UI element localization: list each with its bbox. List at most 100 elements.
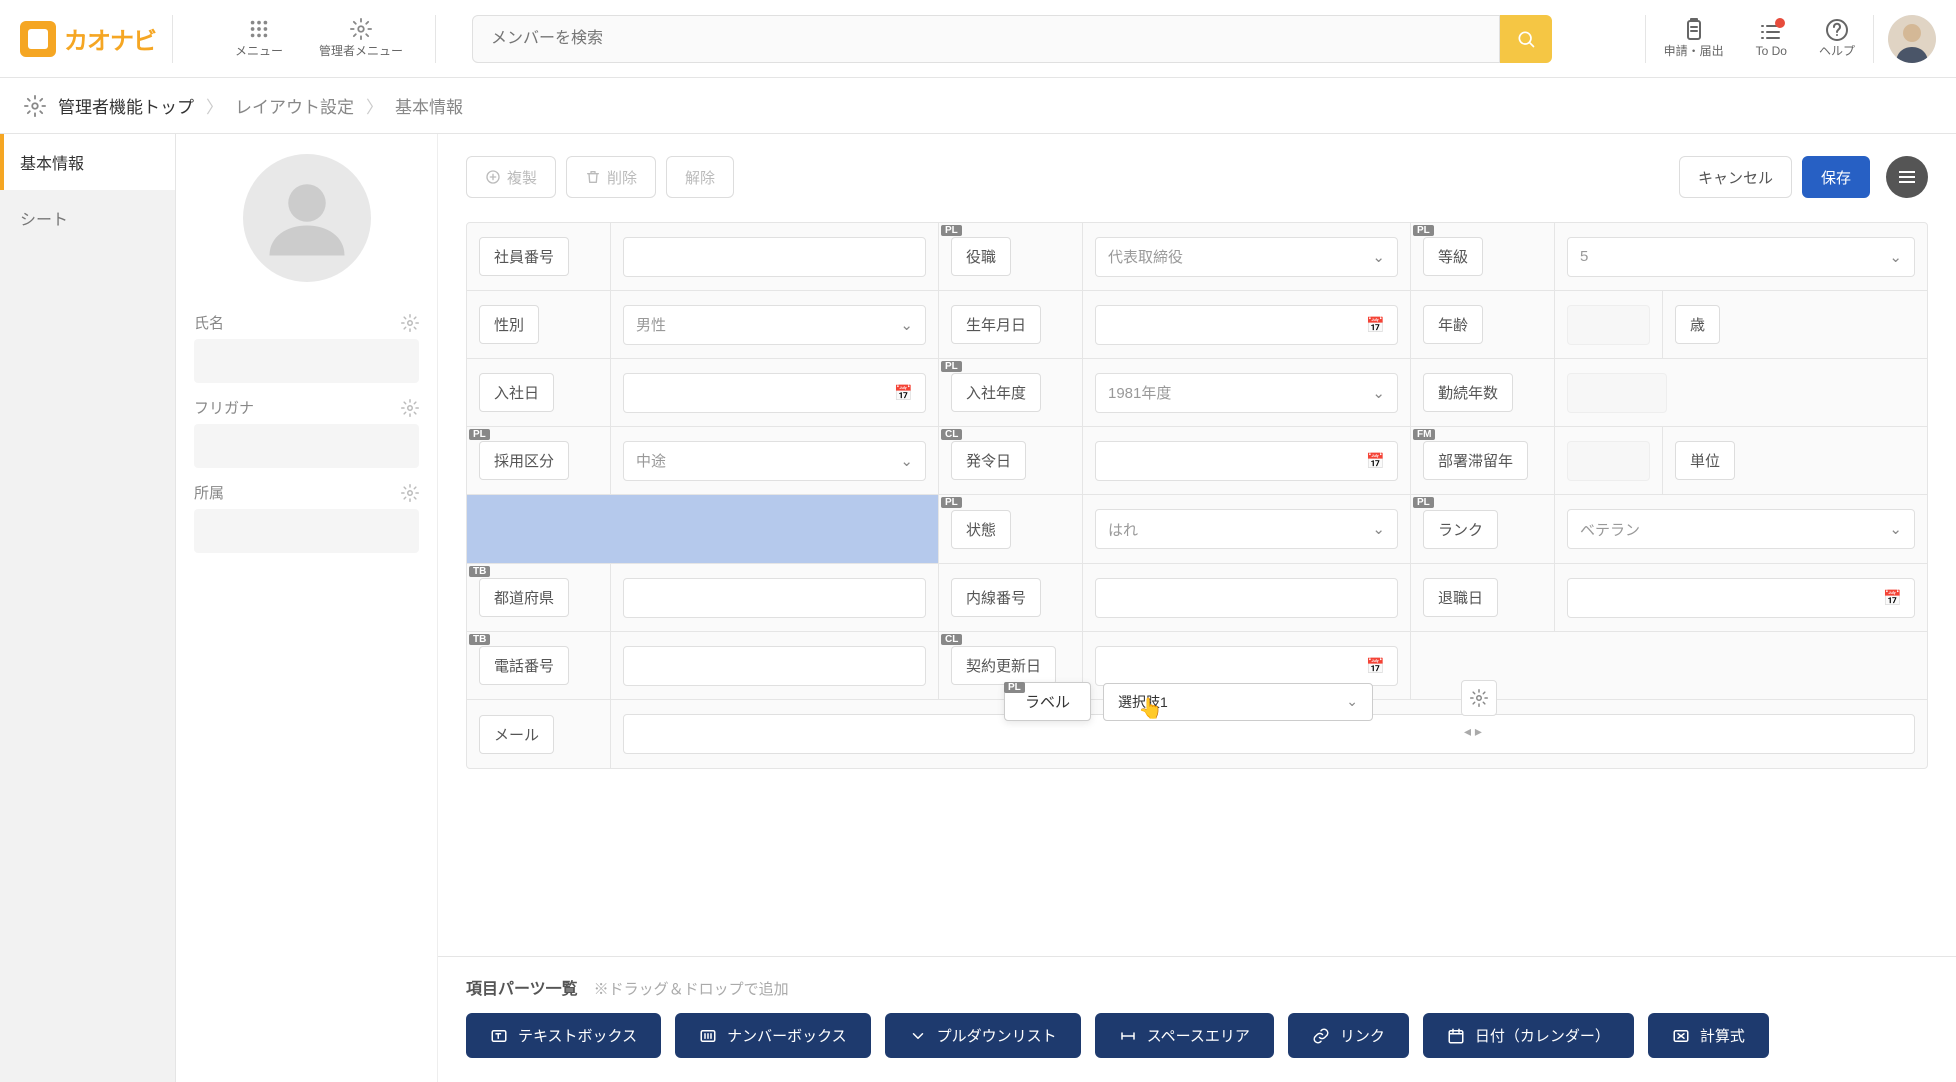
hamburger-menu[interactable] <box>1886 156 1928 198</box>
grid-row-dropzone[interactable]: PL状態 はれ⌄ PLランク ベテラン⌄ <box>467 495 1927 564</box>
cell-hireyear-input[interactable]: 1981年度⌄ <box>1083 359 1411 426</box>
label-text: 入社年度 <box>951 373 1041 412</box>
cell-birthday-input[interactable]: 📅 <box>1083 291 1411 358</box>
request-button[interactable]: 申請・届出 <box>1650 12 1738 65</box>
gear-icon <box>1470 689 1488 707</box>
name-input[interactable] <box>194 339 419 383</box>
left-nav: 基本情報 シート <box>0 134 176 1082</box>
text-icon <box>490 1027 508 1045</box>
drop-zone[interactable] <box>467 495 939 563</box>
cell-age-label[interactable]: 年齢 <box>1411 291 1555 358</box>
part-date[interactable]: 日付（カレンダー） <box>1423 1013 1634 1058</box>
menu-button[interactable]: メニュー <box>219 12 299 65</box>
cell-phone-label[interactable]: TB電話番号 <box>467 632 611 699</box>
cell-deptstay-unit[interactable]: 単位 <box>1663 427 1927 494</box>
cell-birthday-label[interactable]: 生年月日 <box>939 291 1083 358</box>
cell-orderdate-input[interactable]: 📅 <box>1083 427 1411 494</box>
release-button[interactable]: 解除 <box>666 156 734 198</box>
cancel-button[interactable]: キャンセル <box>1679 156 1792 198</box>
cell-years-label[interactable]: 勤続年数 <box>1411 359 1555 426</box>
label-text: 部署滞留年 <box>1423 441 1528 480</box>
label-text: 役職 <box>951 237 1011 276</box>
divider <box>1645 15 1646 63</box>
cell-age-unit[interactable]: 歳 <box>1663 291 1927 358</box>
cell-inlineno-input[interactable] <box>1083 564 1411 631</box>
belonging-input[interactable] <box>194 509 419 553</box>
cell-hiretype-input[interactable]: 中途⌄ <box>611 427 939 494</box>
part-space[interactable]: スペースエリア <box>1095 1013 1274 1058</box>
main-content: 複製 削除 解除 キャンセル 保存 <box>438 134 1956 956</box>
field-settings-button[interactable] <box>1461 680 1497 716</box>
user-avatar[interactable] <box>1888 15 1936 63</box>
cell-age-input[interactable] <box>1555 291 1663 358</box>
cell-deptstay-label[interactable]: FM部署滞留年 <box>1411 427 1555 494</box>
cell-phone-input[interactable] <box>611 632 939 699</box>
nav-sheet[interactable]: シート <box>0 190 175 246</box>
cell-mail-label[interactable]: メール <box>467 700 611 768</box>
cell-retiredate-input[interactable]: 📅 <box>1555 564 1927 631</box>
part-formula[interactable]: 計算式 <box>1648 1013 1769 1058</box>
help-button[interactable]: ヘルプ <box>1805 12 1869 65</box>
belonging-label: 所属 <box>194 482 224 503</box>
cell-status-input[interactable]: はれ⌄ <box>1083 495 1411 563</box>
search-button[interactable] <box>1500 15 1552 63</box>
cell-orderdate-label[interactable]: CL発令日 <box>939 427 1083 494</box>
breadcrumb-layout[interactable]: レイアウト設定 <box>235 93 354 118</box>
gear-icon[interactable] <box>401 484 419 502</box>
cell-gender-label[interactable]: 性別 <box>467 291 611 358</box>
cell-prefecture-input[interactable] <box>611 564 939 631</box>
part-pulldown[interactable]: プルダウンリスト <box>885 1013 1081 1058</box>
cell-inlineno-label[interactable]: 内線番号 <box>939 564 1083 631</box>
cell-retiredate-label[interactable]: 退職日 <box>1411 564 1555 631</box>
name-label: 氏名 <box>194 312 224 333</box>
cell-employee-no-label[interactable]: 社員番号 <box>467 223 611 290</box>
header-right: 申請・届出 To Do ヘルプ <box>1645 12 1936 65</box>
cell-position-label[interactable]: PL役職 <box>939 223 1083 290</box>
duplicate-button[interactable]: 複製 <box>466 156 556 198</box>
cell-years-input[interactable] <box>1555 359 1927 426</box>
label-text: 採用区分 <box>479 441 569 480</box>
cell-rank-input[interactable]: ベテラン⌄ <box>1555 495 1927 563</box>
cell-status-label[interactable]: PL状態 <box>939 495 1083 563</box>
save-button[interactable]: 保存 <box>1802 156 1870 198</box>
search-input[interactable] <box>472 15 1500 63</box>
cell-grade-label[interactable]: PL等級 <box>1411 223 1555 290</box>
cell-position-input[interactable]: 代表取締役⌄ <box>1083 223 1411 290</box>
cell-deptstay-input[interactable] <box>1555 427 1663 494</box>
nav-basic-info[interactable]: 基本情報 <box>0 134 175 190</box>
delete-button[interactable]: 削除 <box>566 156 656 198</box>
label-text: 単位 <box>1675 441 1735 480</box>
todo-button[interactable]: To Do <box>1742 14 1801 64</box>
cell-prefecture-label[interactable]: TB都道府県 <box>467 564 611 631</box>
part-numberbox[interactable]: ナンバーボックス <box>675 1013 871 1058</box>
resize-handle[interactable]: ◂ ▸ <box>1461 722 1485 740</box>
cell-hireyear-label[interactable]: PL入社年度 <box>939 359 1083 426</box>
cell-employee-no-input[interactable] <box>611 223 939 290</box>
furigana-input[interactable] <box>194 424 419 468</box>
badge-cl: CL <box>941 634 962 645</box>
formula-icon <box>1672 1027 1690 1045</box>
admin-menu-button[interactable]: 管理者メニュー <box>303 12 419 65</box>
cell-rank-label[interactable]: PLランク <box>1411 495 1555 563</box>
space-icon <box>1119 1027 1137 1045</box>
part-link[interactable]: リンク <box>1288 1013 1409 1058</box>
cell-grade-input[interactable]: 5⌄ <box>1555 223 1927 290</box>
gear-icon[interactable] <box>401 399 419 417</box>
avatar-placeholder[interactable] <box>243 154 371 282</box>
breadcrumb-top[interactable]: 管理者機能トップ <box>58 93 194 118</box>
grid-icon <box>248 18 270 40</box>
gear-icon[interactable] <box>401 314 419 332</box>
label-text: 契約更新日 <box>951 646 1056 685</box>
cell-hiretype-label[interactable]: PL採用区分 <box>467 427 611 494</box>
cell-gender-input[interactable]: 男性⌄ <box>611 291 939 358</box>
cell-hiredate-input[interactable]: 📅 <box>611 359 939 426</box>
badge-pl: PL <box>1413 225 1434 236</box>
cell-hiredate-label[interactable]: 入社日 <box>467 359 611 426</box>
avatar-icon <box>1888 15 1936 63</box>
badge-pl: PL <box>1413 497 1434 508</box>
logo[interactable]: カオナビ <box>20 21 156 57</box>
gear-icon <box>350 18 372 40</box>
dragging-part[interactable]: PLラベル 選択肢1⌄ <box>1004 682 1373 721</box>
part-textbox[interactable]: テキストボックス <box>466 1013 661 1058</box>
chevron-down-icon: ⌄ <box>900 452 913 470</box>
